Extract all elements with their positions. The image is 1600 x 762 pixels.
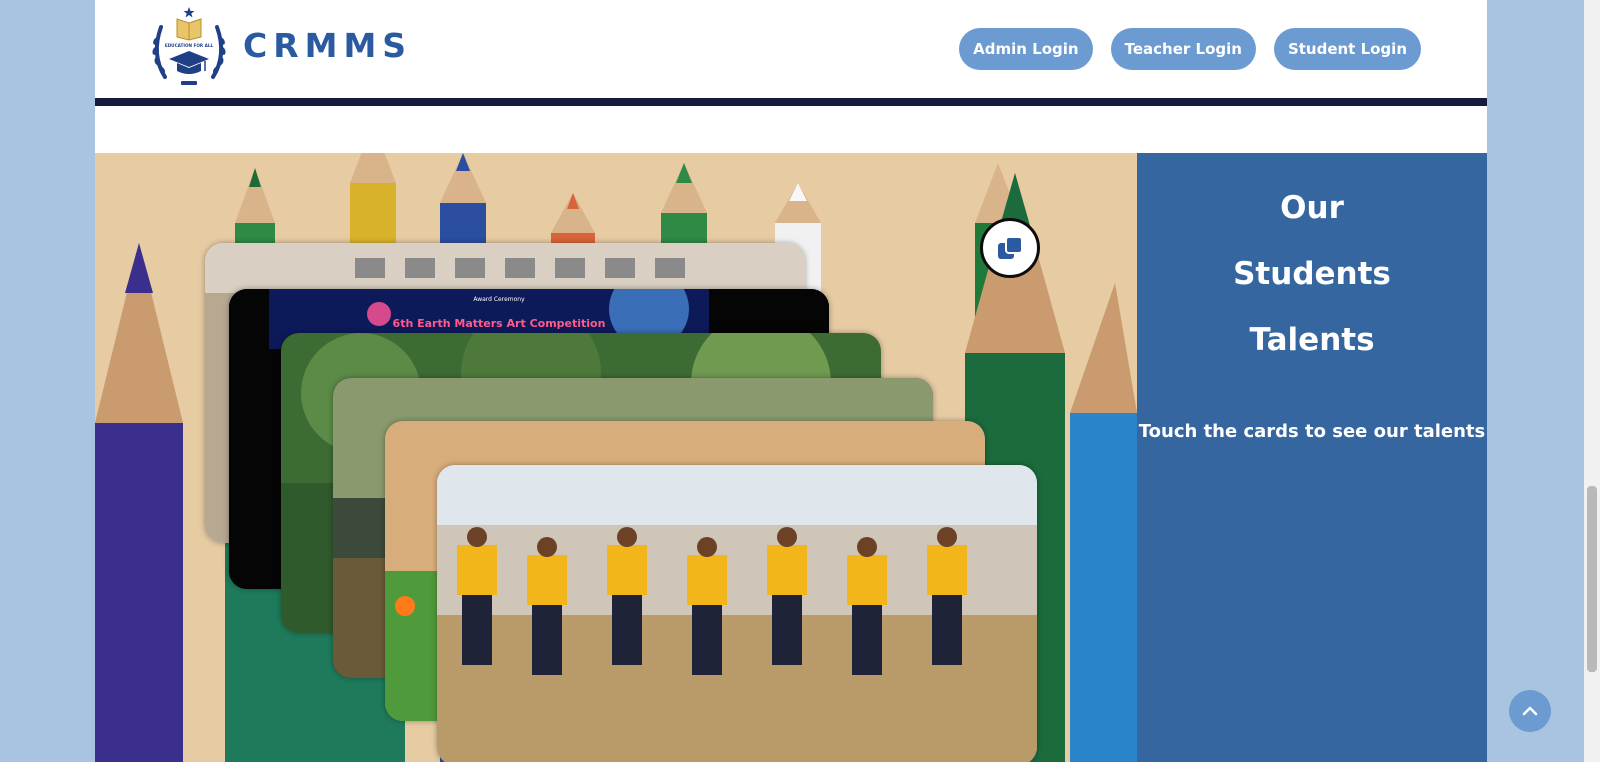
talents-section: Award Ceremony 6th Earth Matters Art Com… (95, 153, 1487, 762)
header-divider (95, 98, 1487, 106)
stacked-cards-icon (998, 236, 1023, 259)
teacher-login-button[interactable]: Teacher Login (1110, 28, 1256, 70)
card-shuffle-button[interactable] (980, 218, 1040, 278)
page-frame: EDUCATION FOR ALL CRMMS Admin Login Teac… (95, 0, 1487, 762)
talents-title-line-2: Students (1233, 256, 1391, 292)
school-logo-icon[interactable]: EDUCATION FOR ALL (147, 5, 231, 89)
logo-text: EDUCATION FOR ALL (165, 43, 214, 48)
chevron-up-icon (1522, 706, 1538, 716)
talent-card-drill[interactable] (437, 465, 1037, 762)
talents-title: Our Students Talents (1137, 153, 1487, 373)
student-login-button[interactable]: Student Login (1273, 28, 1421, 70)
talent-gallery: Award Ceremony 6th Earth Matters Art Com… (95, 153, 1137, 762)
award-caption-top: Award Ceremony (473, 296, 525, 303)
brand-name[interactable]: CRMMS (243, 26, 412, 65)
admin-login-button[interactable]: Admin Login (959, 28, 1093, 70)
back-to-top-button[interactable] (1509, 690, 1551, 732)
login-nav: Admin Login Teacher Login Student Login (959, 28, 1421, 70)
award-caption: 6th Earth Matters Art Competition (393, 317, 606, 330)
talents-title-line-1: Our (1280, 190, 1344, 226)
talents-title-line-3: Talents (1249, 322, 1375, 358)
talents-info-panel: Our Students Talents Touch the cards to … (1137, 153, 1487, 762)
talents-hint: Touch the cards to see our talents (1138, 421, 1486, 442)
site-header: EDUCATION FOR ALL CRMMS Admin Login Teac… (95, 0, 1487, 98)
page-scrollbar[interactable] (1584, 0, 1600, 762)
scrollbar-thumb[interactable] (1587, 486, 1597, 672)
